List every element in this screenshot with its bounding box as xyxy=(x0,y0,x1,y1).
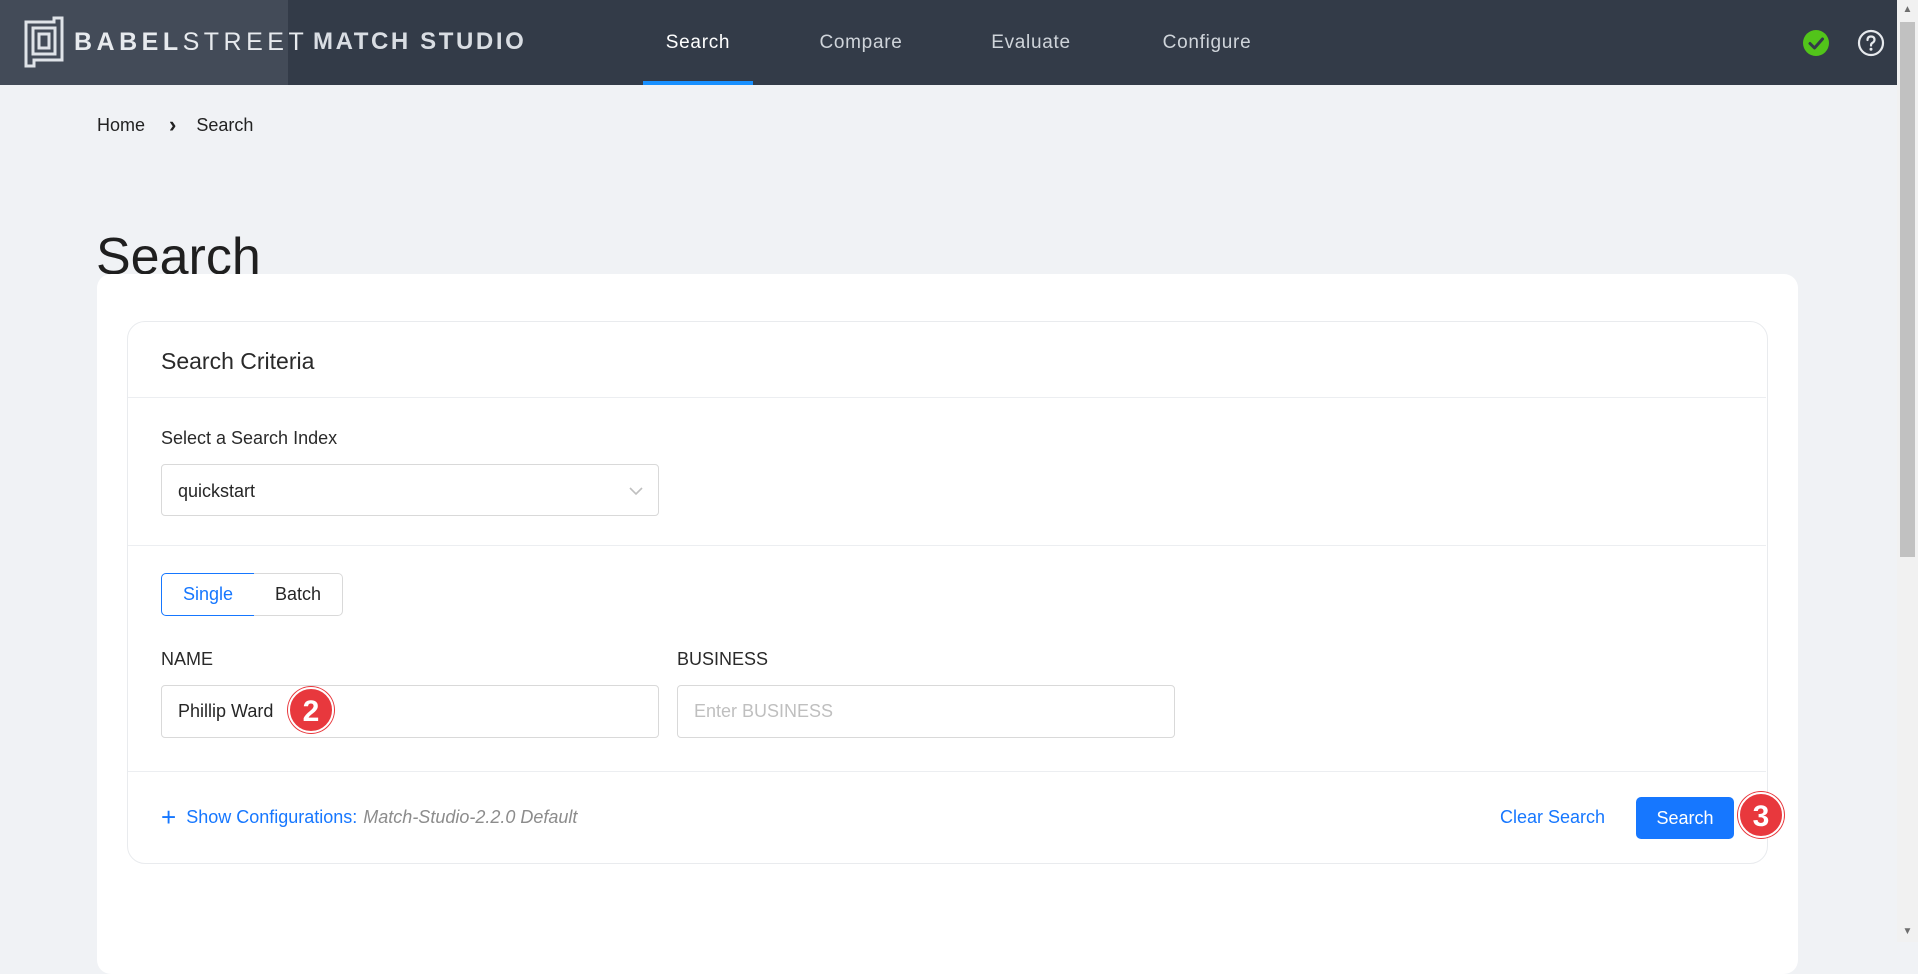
chevron-right-icon: › xyxy=(169,112,177,137)
show-configurations-label: Show Configurations: xyxy=(186,806,358,827)
search-button[interactable]: Search xyxy=(1636,797,1734,839)
breadcrumb-home[interactable]: Home xyxy=(97,115,145,136)
logo[interactable]: BABELSTREET xyxy=(0,0,304,85)
search-criteria-title: Search Criteria xyxy=(161,348,315,374)
nav-tab-configure[interactable]: Configure xyxy=(1152,0,1262,85)
scroll-down-arrow-icon[interactable]: ▼ xyxy=(1897,922,1918,942)
scrollbar-thumb[interactable] xyxy=(1900,22,1915,557)
divider xyxy=(128,397,1766,398)
search-criteria-card xyxy=(127,321,1768,864)
business-field-label: BUSINESS xyxy=(677,649,769,669)
divider xyxy=(128,545,1766,546)
nav-tab-compare[interactable]: Compare xyxy=(806,0,916,85)
divider xyxy=(128,771,1766,772)
name-field-label: NAME xyxy=(161,649,214,669)
configuration-name: Match-Studio-2.2.0 Default xyxy=(363,806,578,827)
breadcrumb-current: Search xyxy=(196,114,254,135)
logo-wordmark: BABELSTREET xyxy=(74,28,309,56)
business-input[interactable] xyxy=(677,685,1175,738)
annotation-badge-3: 3 xyxy=(1738,792,1784,838)
nav-tab-search[interactable]: Search xyxy=(643,0,753,85)
chevron-down-icon xyxy=(629,487,643,496)
nav-tab-evaluate[interactable]: Evaluate xyxy=(976,0,1086,85)
clear-search-link[interactable]: Clear Search xyxy=(1500,804,1605,830)
scroll-up-arrow-icon[interactable]: ▲ xyxy=(1897,0,1918,20)
show-configurations-link[interactable]: + Show Configurations: Match-Studio-2.2.… xyxy=(161,804,577,830)
mode-batch-button[interactable]: Batch xyxy=(254,573,343,616)
name-input[interactable] xyxy=(161,685,659,738)
breadcrumb: Home › Search xyxy=(97,113,253,137)
check-circle-icon[interactable] xyxy=(1802,29,1830,57)
plus-icon: + xyxy=(161,802,177,832)
top-navigation-bar: BABELSTREET MATCH STUDIO Search Compare … xyxy=(0,0,1897,85)
vertical-scrollbar[interactable]: ▲ ▼ xyxy=(1897,0,1918,942)
search-index-select[interactable]: quickstart xyxy=(161,464,659,516)
app-title: MATCH STUDIO xyxy=(313,28,527,55)
annotation-badge-2: 2 xyxy=(288,687,334,733)
mode-single-button[interactable]: Single xyxy=(161,573,255,616)
search-index-value: quickstart xyxy=(178,481,256,501)
babel-street-logo-icon xyxy=(24,16,64,68)
search-index-label: Select a Search Index xyxy=(161,428,338,448)
question-circle-icon[interactable] xyxy=(1857,29,1885,57)
